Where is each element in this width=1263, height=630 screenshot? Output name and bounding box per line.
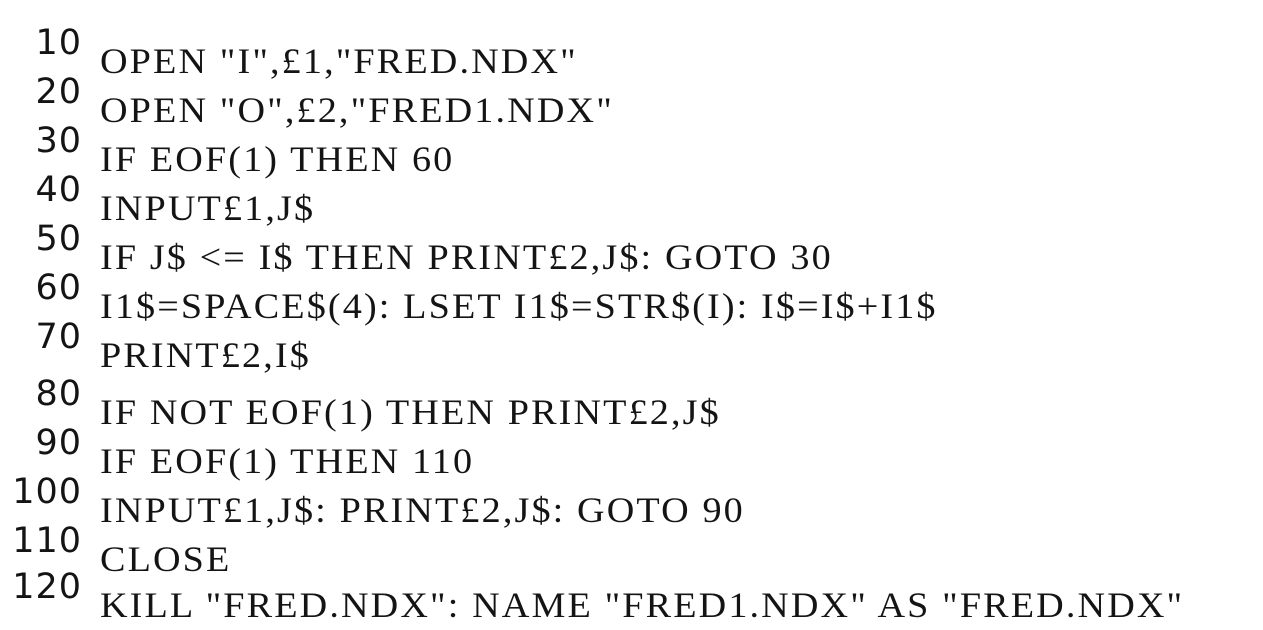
- program-line-120: 120 KILL "FRED.NDX": NAME "FRED1.NDX" AS…: [0, 544, 1263, 625]
- program-line-70: 70 PRINT£2,I$: [0, 294, 1263, 375]
- program-line-50: 50 IF J$ <= I$ THEN PRINT£2,J$: GOTO 30: [0, 196, 1263, 277]
- program-line-90: 90 IF EOF(1) THEN 110: [0, 400, 1263, 481]
- basic-program-listing: 10 OPEN "I",£1,"FRED.NDX" 20 OPEN "O",£2…: [0, 0, 1263, 625]
- program-line-20: 20 OPEN "O",£2,"FRED1.NDX": [0, 49, 1263, 130]
- program-line-40: 40 INPUT£1,J$: [0, 147, 1263, 228]
- program-line-10: 10 OPEN "I",£1,"FRED.NDX": [0, 0, 1263, 81]
- program-line-60: 60 I1$=SPACE$(4): LSET I1$=STR$(I): I$=I…: [0, 245, 1263, 326]
- program-line-110: 110 CLOSE: [0, 498, 1263, 579]
- line-code: KILL "FRED.NDX": NAME "FRED1.NDX" AS "FR…: [100, 585, 1185, 625]
- program-line-100: 100 INPUT£1,J$: PRINT£2,J$: GOTO 90: [0, 449, 1263, 530]
- program-line-30: 30 IF EOF(1) THEN 60: [0, 98, 1263, 179]
- line-number: 120: [12, 567, 82, 607]
- program-line-80: 80 IF NOT EOF(1) THEN PRINT£2,J$: [0, 351, 1263, 432]
